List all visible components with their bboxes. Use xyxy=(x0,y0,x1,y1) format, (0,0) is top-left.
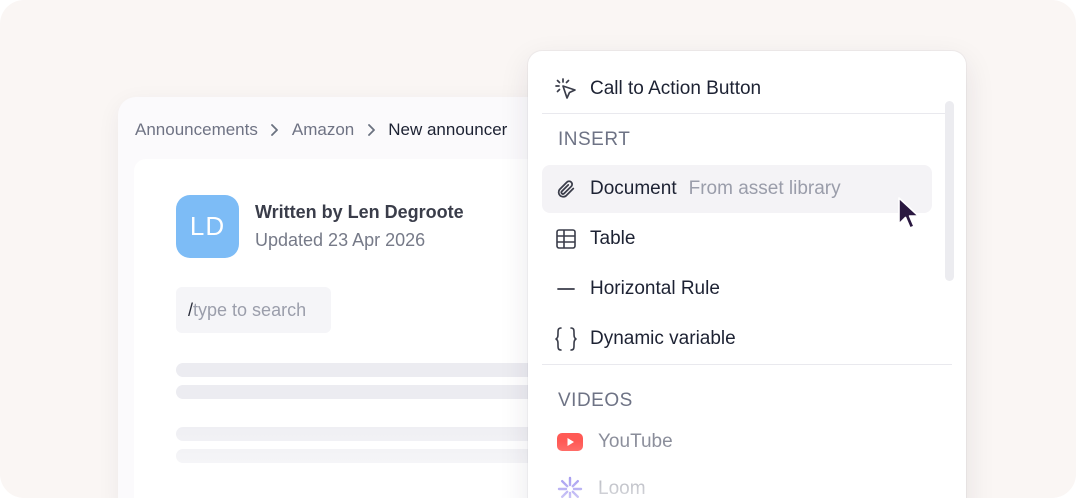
menu-item-call-to-action[interactable]: Call to Action Button xyxy=(542,65,932,113)
stage: Announcements Amazon New announcer LD Wr… xyxy=(0,0,1076,498)
menu-item-label: Loom xyxy=(598,478,646,498)
menu-item-label: Call to Action Button xyxy=(590,78,762,99)
menu-item-label: YouTube xyxy=(598,431,673,452)
menu-item-label: Table xyxy=(590,228,636,249)
chevron-right-icon xyxy=(258,123,292,137)
menu-scrollbar[interactable] xyxy=(945,101,954,281)
menu-item-hint: From asset library xyxy=(688,178,841,199)
mouse-cursor-icon xyxy=(898,197,920,229)
pointer-click-icon xyxy=(542,76,590,102)
section-heading-videos: VIDEOS xyxy=(558,390,633,411)
slash-command-menu: Call to Action Button INSERT Document Fr… xyxy=(528,51,966,498)
breadcrumb-item-announcements[interactable]: Announcements xyxy=(135,120,258,140)
author-name: Written by Len Degroote xyxy=(255,202,464,222)
youtube-icon xyxy=(542,432,598,452)
section-heading-insert: INSERT xyxy=(558,129,631,150)
slash-command-input[interactable]: / type to search xyxy=(176,287,331,333)
curly-braces-icon xyxy=(542,326,590,352)
menu-item-loom[interactable]: Loom xyxy=(542,465,932,498)
menu-item-document[interactable]: Document From asset library xyxy=(542,165,932,213)
menu-item-horizontal-rule[interactable]: Horizontal Rule xyxy=(542,265,932,313)
breadcrumb-item-amazon[interactable]: Amazon xyxy=(292,120,354,140)
menu-divider xyxy=(542,364,952,365)
updated-date: Updated 23 Apr 2026 xyxy=(255,230,426,250)
table-icon xyxy=(542,228,590,250)
chevron-right-icon xyxy=(354,123,388,137)
menu-item-label: Horizontal Rule xyxy=(590,278,720,299)
menu-item-label: Document xyxy=(590,178,677,199)
avatar: LD xyxy=(176,195,239,258)
menu-divider xyxy=(542,113,952,114)
search-placeholder: type to search xyxy=(193,299,307,320)
breadcrumb: Announcements Amazon New announcer xyxy=(135,119,507,141)
menu-item-label: Dynamic variable xyxy=(590,328,736,349)
paperclip-icon xyxy=(542,178,590,200)
breadcrumb-item-current: New announcer xyxy=(388,120,508,139)
menu-item-dynamic-variable[interactable]: Dynamic variable xyxy=(542,315,932,363)
horizontal-rule-icon xyxy=(542,279,590,299)
loom-icon xyxy=(542,476,598,498)
menu-item-youtube[interactable]: YouTube xyxy=(542,418,932,466)
menu-item-table[interactable]: Table xyxy=(542,215,932,263)
editor-card: Announcements Amazon New announcer LD Wr… xyxy=(118,97,598,498)
